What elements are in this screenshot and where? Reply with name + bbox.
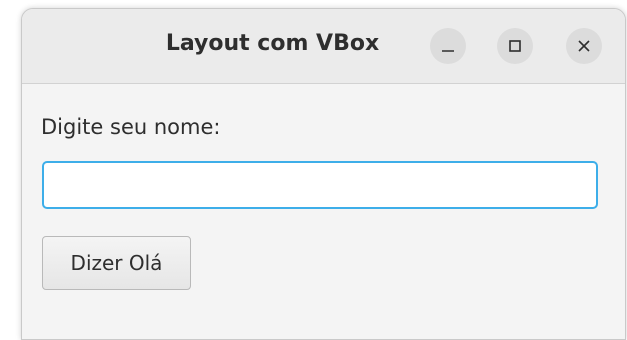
name-prompt-label: Digite seu nome:: [41, 115, 221, 139]
minimize-button[interactable]: [430, 28, 466, 64]
minimize-icon: [442, 50, 454, 52]
say-hello-button[interactable]: Dizer Olá: [42, 236, 191, 290]
vbox-content: Digite seu nome: Dizer Olá: [22, 84, 625, 339]
maximize-button[interactable]: [497, 28, 533, 64]
title-bar[interactable]: Layout com VBox: [22, 9, 625, 84]
close-icon: [578, 40, 590, 52]
maximize-icon: [509, 40, 521, 52]
name-input[interactable]: [42, 161, 598, 209]
app-window: Layout com VBox Digite seu nome: Dizer O…: [21, 8, 626, 340]
close-button[interactable]: [566, 28, 602, 64]
